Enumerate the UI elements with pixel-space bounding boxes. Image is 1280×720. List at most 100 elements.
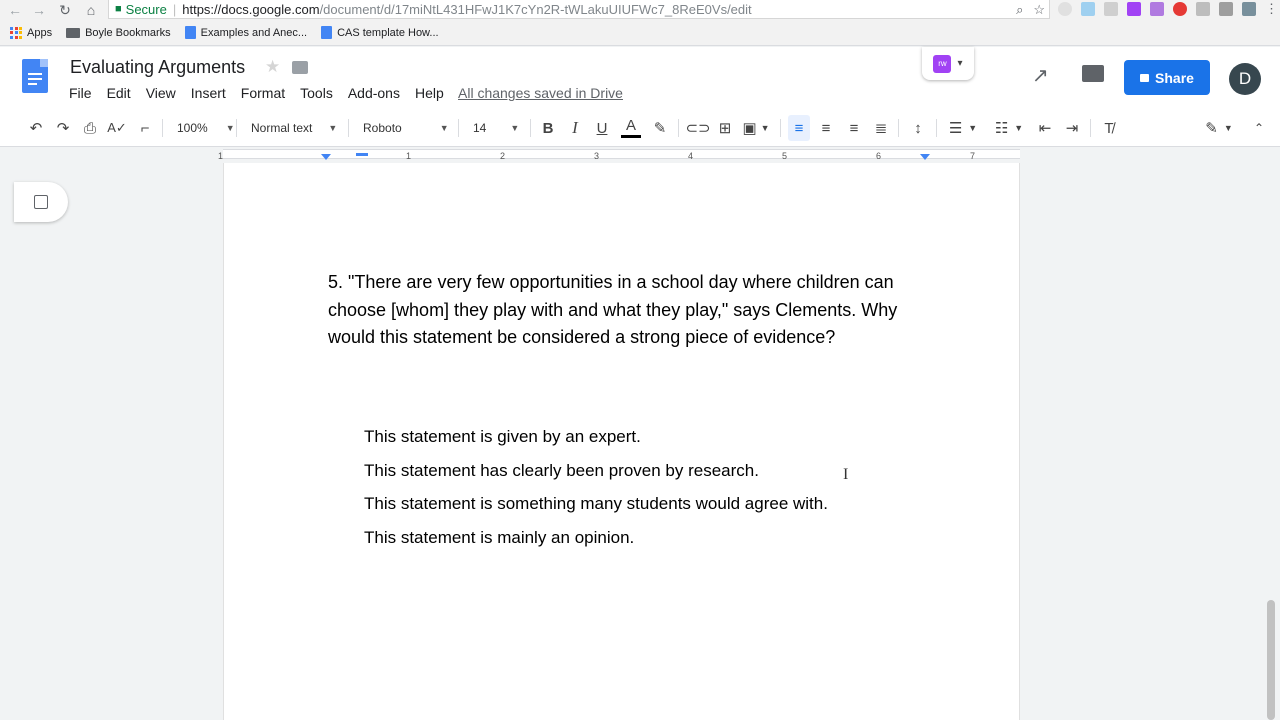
menu-file[interactable]: File [69,85,92,101]
home-icon[interactable]: ⌂ [80,0,102,20]
menu-bar: File Edit View Insert Format Tools Add-o… [69,85,459,101]
bookmark-apps[interactable]: Apps [10,26,53,39]
line-spacing-icon[interactable]: ↕ [908,109,928,147]
right-indent-marker[interactable] [920,154,930,160]
numbered-list-icon[interactable]: ☰ ▼ [945,109,981,147]
toolbar-divider [936,119,937,137]
ruler-number: 6 [876,151,882,161]
align-justify-icon[interactable]: ≣ [871,109,891,147]
style-select[interactable]: Normal text ▼ [251,109,337,147]
print-icon[interactable]: ⎙ [80,109,100,147]
highlight-pen-icon[interactable]: ✎ [650,109,670,147]
extension-icon[interactable] [1150,2,1164,16]
bulleted-list-icon[interactable]: ☷ ▼ [991,109,1027,147]
bookmark-examples[interactable]: Examples and Anec... [184,26,308,39]
reload-icon[interactable]: ↻ [54,0,76,20]
zoom-magnifier-icon[interactable]: ⌕ [1016,2,1023,18]
left-indent-marker[interactable] [321,154,331,160]
redo-icon[interactable]: ↷ [53,109,73,147]
addon-menu-button[interactable]: rw ▾ [922,47,974,80]
ruler-number: 1 [406,151,412,161]
menu-tools[interactable]: Tools [300,85,333,101]
increase-indent-icon[interactable]: ⇥ [1062,109,1082,147]
doc-icon [321,26,333,39]
undo-icon[interactable]: ↶ [26,109,46,147]
answer-option[interactable]: This statement is something many student… [364,492,828,526]
browser-bar: ← → ↻ ⌂ ■ Secure | https://docs.google.c… [0,0,1280,20]
chrome-menu-icon[interactable]: ⋮ [1265,2,1278,16]
vertical-scrollbar[interactable] [1267,600,1275,720]
bookmark-label: CAS template How... [337,26,439,39]
spellcheck-icon[interactable]: A✓ [107,109,127,147]
docs-logo-icon[interactable] [22,59,48,93]
ruler-number: 4 [688,151,694,161]
clear-formatting-icon[interactable]: T̸ [1099,109,1119,147]
align-left-icon[interactable]: ≡ [788,115,810,141]
font-select[interactable]: Roboto ▼ [363,109,449,147]
extension-icon[interactable] [1242,2,1256,16]
text-color-button[interactable]: A [620,109,642,147]
menu-insert[interactable]: Insert [191,85,226,101]
document-outline-button[interactable] [14,182,68,222]
bookmark-label: Examples and Anec... [200,26,308,39]
document-page[interactable]: 5. "There are very few opportunities in … [223,163,1020,720]
bookmark-boyle[interactable]: Boyle Bookmarks [66,27,171,39]
move-folder-icon[interactable] [292,61,308,74]
back-icon[interactable]: ← [4,0,26,20]
menu-edit[interactable]: Edit [107,85,131,101]
answer-option[interactable]: This statement has clearly been proven b… [364,459,828,493]
lock-icon [1140,73,1150,82]
url-path: /document/d/17miNtL431HFwJ1K7cYn2R-tWLak… [319,1,752,17]
extension-icon[interactable] [1196,2,1210,16]
menu-format[interactable]: Format [241,85,285,101]
menu-view[interactable]: View [146,85,176,101]
ruler-track[interactable]: 1 1 2 3 4 5 6 7 [218,149,1020,161]
save-status[interactable]: All changes saved in Drive [458,85,623,101]
question-paragraph[interactable]: 5. "There are very few opportunities in … [328,269,938,352]
doc-icon [184,26,196,39]
answer-option[interactable]: This statement is mainly an opinion. [364,526,828,560]
extension-icon[interactable] [1058,2,1072,16]
align-right-icon[interactable]: ≡ [844,109,864,147]
bookmark-star-icon[interactable]: ☆ [1033,2,1045,18]
editing-mode-icon[interactable]: ✎ ▼ [1203,109,1235,147]
apps-grid-icon [10,26,22,39]
first-line-indent-marker[interactable] [356,153,368,156]
paint-format-icon[interactable]: ⌐ [135,109,155,147]
insert-comment-icon[interactable]: ⊞ [715,109,735,147]
insert-image-icon[interactable]: ▣ ▼ [741,109,771,147]
collapse-menu-icon[interactable]: ⌃ [1251,109,1267,147]
bookmark-cas-template[interactable]: CAS template How... [321,26,439,39]
answer-option[interactable]: This statement is given by an expert. [364,425,828,459]
ruler: 1 1 2 3 4 5 6 7 [0,147,1280,161]
extension-icon[interactable] [1081,2,1095,16]
avatar[interactable]: D [1229,63,1261,95]
address-bar[interactable]: ■ Secure | https://docs.google.com/docum… [108,0,1050,19]
bookmark-label: Boyle Bookmarks [85,26,171,39]
activity-dashboard-icon[interactable]: ↗ [1032,63,1049,88]
share-button[interactable]: Share [1124,60,1210,95]
toolbar-divider [236,119,237,137]
extension-icon[interactable] [1219,2,1233,16]
menu-addons[interactable]: Add-ons [348,85,400,101]
decrease-indent-icon[interactable]: ⇤ [1035,109,1055,147]
bookmark-label: Apps [27,26,53,39]
extension-icon[interactable] [1127,2,1141,16]
extension-icon[interactable] [1104,2,1118,16]
bold-button[interactable]: B [538,109,558,147]
align-center-icon[interactable]: ≡ [816,109,836,147]
extension-icon[interactable] [1173,2,1187,16]
menu-help[interactable]: Help [415,85,444,101]
star-icon[interactable]: ★ [265,57,280,77]
chevron-down-icon: ▾ [957,58,963,69]
font-size-select[interactable]: 14 ▼ [473,109,519,147]
zoom-select[interactable]: 100% ▼ [177,109,235,147]
text-color-label: A [625,116,636,134]
italic-button[interactable]: I [565,109,585,147]
comments-icon[interactable] [1082,65,1104,82]
forward-icon[interactable]: → [28,0,50,20]
underline-button[interactable]: U [592,109,612,147]
document-title[interactable]: Evaluating Arguments [70,57,245,78]
text-color-swatch [621,134,641,138]
link-icon[interactable]: ⊂⊃ [685,109,710,147]
